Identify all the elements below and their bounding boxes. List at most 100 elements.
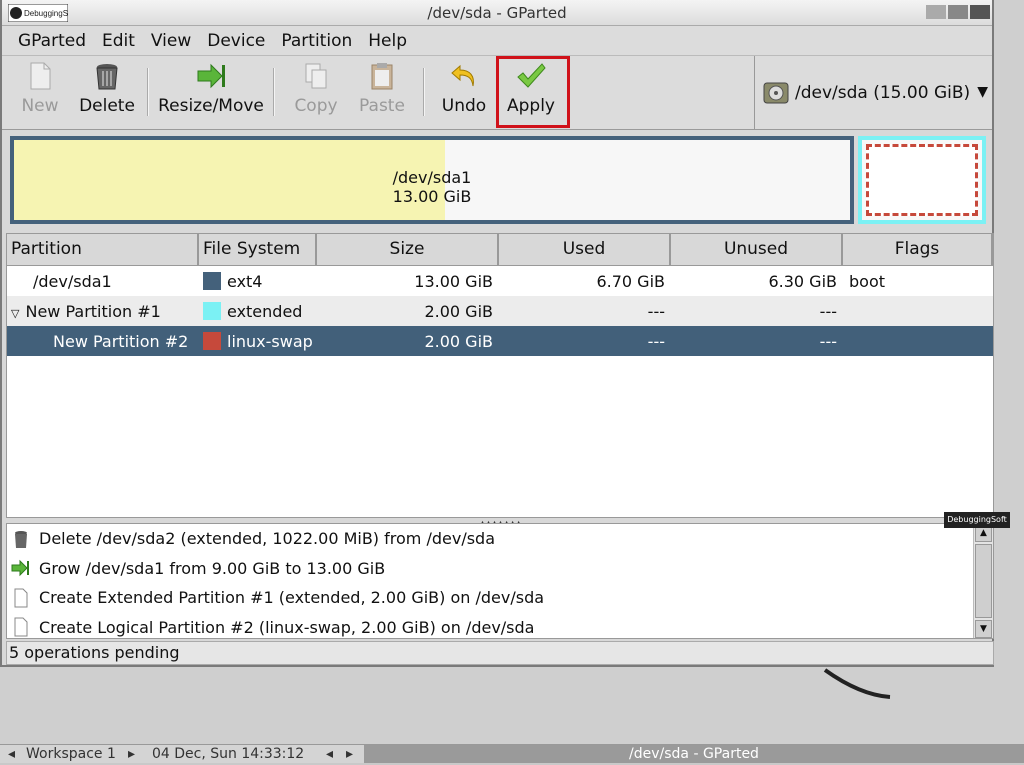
gparted-window: DebuggingSoft /dev/sda - GParted GParted… (0, 0, 994, 667)
delete-label: Delete (79, 96, 135, 116)
task-next-icon[interactable]: ▸ (346, 746, 353, 762)
fs-color-swatch (203, 332, 221, 350)
partition-name: New Partition #1 (25, 301, 161, 321)
workspace-label[interactable]: Workspace 1 (26, 746, 116, 762)
undo-button[interactable]: Undo (439, 60, 489, 124)
graph-partition-sda1[interactable]: /dev/sda1 13.00 GiB (10, 136, 854, 224)
partition-size: 2.00 GiB (424, 301, 493, 321)
partition-size: 2.00 GiB (424, 331, 493, 351)
fs-type: linux-swap (227, 331, 313, 351)
taskbar-app-button[interactable]: /dev/sda - GParted (364, 745, 1024, 763)
apply-highlight-box (496, 56, 570, 128)
trash-icon (15, 530, 27, 548)
column-header-flags[interactable]: Flags (843, 234, 993, 265)
resize-icon (197, 63, 225, 89)
table-row[interactable]: ▽ New Partition #1 extended 2.00 GiB --- … (7, 296, 993, 326)
delete-button[interactable]: Delete (76, 60, 138, 124)
graph-partition-extended[interactable] (858, 136, 986, 224)
undo-icon (451, 64, 474, 87)
scrollbar-thumb[interactable] (975, 544, 992, 618)
resize-icon (11, 560, 29, 577)
resize-move-button[interactable]: Resize/Move (158, 60, 264, 124)
copy-button[interactable]: Copy (292, 60, 340, 124)
window-title: /dev/sda - GParted (427, 4, 567, 22)
copy-label: Copy (294, 96, 338, 116)
graph-partition-name: /dev/sda1 (392, 168, 472, 187)
desktop-decoration (823, 668, 891, 699)
operations-scrollbar[interactable]: ▲ ▼ (973, 524, 993, 638)
partition-name: New Partition #2 (53, 331, 189, 351)
dropdown-arrow-icon[interactable]: ▼ (977, 84, 988, 100)
partition-used: --- (647, 331, 665, 351)
trash-icon (96, 64, 118, 90)
new-document-icon (30, 62, 51, 90)
operation-item[interactable]: Delete /dev/sda2 (extended, 1022.00 MiB)… (7, 524, 993, 554)
menu-partition[interactable]: Partition (273, 31, 360, 51)
hard-disk-icon (763, 82, 789, 103)
operation-item[interactable]: Create Logical Partition #2 (linux-swap,… (7, 613, 993, 643)
resize-move-label: Resize/Move (158, 96, 264, 116)
fs-type: ext4 (227, 271, 263, 291)
partition-graph: /dev/sda1 13.00 GiB (2, 130, 992, 228)
workspace-next-icon[interactable]: ▸ (128, 746, 135, 762)
column-header-partition[interactable]: Partition (7, 234, 199, 265)
column-header-used[interactable]: Used (499, 234, 671, 265)
partition-size: 13.00 GiB (414, 271, 493, 291)
new-label: New (21, 96, 59, 116)
copy-icon (305, 63, 327, 89)
paste-button[interactable]: Paste (356, 60, 408, 124)
task-prev-icon[interactable]: ◂ (326, 746, 333, 762)
toolbar-separator (423, 68, 425, 116)
taskbar: ◂ Workspace 1 ▸ 04 Dec, Sun 14:33:12 ◂ ▸… (0, 744, 1024, 763)
toolbar-separator (273, 68, 275, 116)
partition-flags: boot (849, 271, 886, 291)
menu-help[interactable]: Help (360, 31, 415, 51)
new-button[interactable]: New (16, 60, 64, 124)
device-selector[interactable]: /dev/sda (15.00 GiB) ▼ (754, 56, 994, 129)
menu-bar: GParted Edit View Device Partition Help (2, 26, 992, 56)
new-document-icon (14, 588, 28, 608)
minimize-button[interactable] (926, 5, 946, 19)
partition-table: Partition File System Size Used Unused F… (6, 233, 994, 518)
fs-color-swatch (203, 272, 221, 290)
table-row[interactable]: /dev/sda1 ext4 13.00 GiB 6.70 GiB 6.30 G… (7, 266, 993, 296)
toolbar: New Delete Resize/Move Copy Paste Undo A… (2, 56, 992, 130)
column-header-size[interactable]: Size (317, 234, 499, 265)
fs-color-swatch (203, 302, 221, 320)
workspace-prev-icon[interactable]: ◂ (8, 746, 15, 762)
operation-text: Delete /dev/sda2 (extended, 1022.00 MiB)… (39, 529, 495, 549)
menu-edit[interactable]: Edit (94, 31, 143, 51)
fs-type: extended (227, 301, 303, 321)
status-bar: 5 operations pending (6, 641, 994, 665)
partition-unused: --- (819, 301, 837, 321)
graph-partition-size: 13.00 GiB (392, 187, 472, 206)
operation-text: Grow /dev/sda1 from 9.00 GiB to 13.00 Gi… (39, 558, 386, 578)
title-bar[interactable]: DebuggingSoft /dev/sda - GParted (2, 0, 992, 26)
graph-partition-swap[interactable] (866, 144, 978, 216)
collapse-triangle-icon[interactable]: ▽ (11, 307, 19, 320)
partition-unused: 6.30 GiB (768, 271, 837, 291)
maximize-button[interactable] (948, 5, 968, 19)
paste-label: Paste (359, 96, 405, 116)
column-header-filesystem[interactable]: File System (199, 234, 317, 265)
menu-gparted[interactable]: GParted (10, 31, 94, 51)
operation-text: Create Extended Partition #1 (extended, … (39, 588, 545, 608)
table-row-selected[interactable]: New Partition #2 linux-swap 2.00 GiB ---… (7, 326, 993, 356)
partition-used: --- (647, 301, 665, 321)
menu-view[interactable]: View (143, 31, 199, 51)
operation-item[interactable]: Create Extended Partition #1 (extended, … (7, 583, 993, 613)
clock: 04 Dec, Sun 14:33:12 (152, 746, 305, 762)
operations-list: Delete /dev/sda2 (extended, 1022.00 MiB)… (6, 523, 994, 639)
window-controls (926, 5, 990, 19)
paste-icon (371, 63, 393, 90)
partition-name: /dev/sda1 (33, 271, 112, 291)
operation-item[interactable]: Grow /dev/sda1 from 9.00 GiB to 13.00 Gi… (7, 554, 993, 584)
menu-device[interactable]: Device (199, 31, 273, 51)
column-header-unused[interactable]: Unused (671, 234, 843, 265)
partition-used: 6.70 GiB (596, 271, 665, 291)
new-document-icon (14, 617, 28, 637)
toolbar-separator (147, 68, 149, 116)
partition-unused: --- (819, 331, 837, 351)
close-button[interactable] (970, 5, 990, 19)
scroll-down-icon[interactable]: ▼ (975, 620, 992, 638)
